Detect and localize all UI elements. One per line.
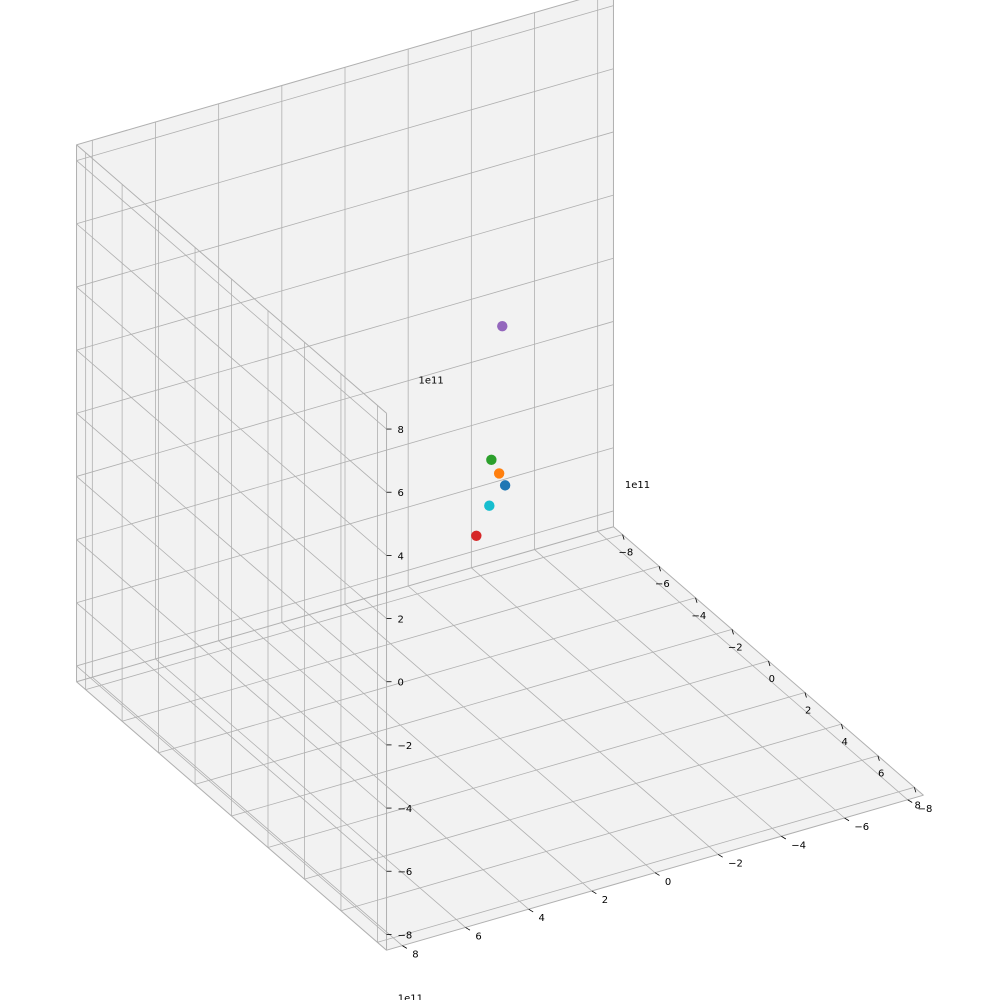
y-tick-label: 0 [665,877,671,888]
scatter-3d-chart: −8−6−4−202468−8−6−4−202468−8−6−4−202468 … [0,0,1000,1000]
tick-mark [592,891,597,894]
z-scale-label: 1e11 [419,376,444,387]
x-scale-label: 1e11 [625,480,650,491]
y-tick-label: 8 [412,950,418,961]
x-tick-label: −2 [728,642,743,653]
tick-mark [402,946,407,949]
z-tick-label: −2 [398,741,413,752]
y-tick-label: 6 [475,931,481,942]
x-tick-label: −8 [619,548,634,559]
y-tick-label: 2 [602,895,608,906]
z-tick-label: −8 [398,930,413,941]
tick-mark [781,836,786,839]
tick-mark [718,854,723,857]
z-tick-label: 2 [398,615,404,626]
y-tick-label: −8 [918,804,933,815]
y-tick-label: −2 [728,859,743,870]
tick-mark [529,909,534,912]
z-tick-label: 8 [398,425,404,436]
data-point [497,321,507,331]
data-point [494,468,504,478]
y-tick-label: −6 [854,822,869,833]
x-tick-label: 6 [878,769,884,780]
z-tick-label: 6 [398,488,404,499]
z-tick-label: −4 [398,804,413,815]
data-point [486,455,496,465]
tick-mark [655,873,660,876]
x-tick-label: 4 [842,737,848,748]
data-point [484,501,494,511]
y-scale-label: 1e11 [398,994,423,1000]
y-tick-label: 4 [539,913,545,924]
data-point [500,480,510,490]
tick-mark [845,818,850,821]
x-tick-label: 0 [769,674,775,685]
y-tick-label: −4 [791,840,806,851]
x-tick-label: −4 [691,611,706,622]
z-tick-label: −6 [398,867,413,878]
data-point [471,531,481,541]
z-tick-label: 4 [398,551,404,562]
z-tick-label: 0 [398,678,404,689]
tick-mark [908,800,913,803]
tick-mark [465,927,470,930]
x-tick-label: −6 [655,579,670,590]
x-tick-label: 2 [805,706,811,717]
